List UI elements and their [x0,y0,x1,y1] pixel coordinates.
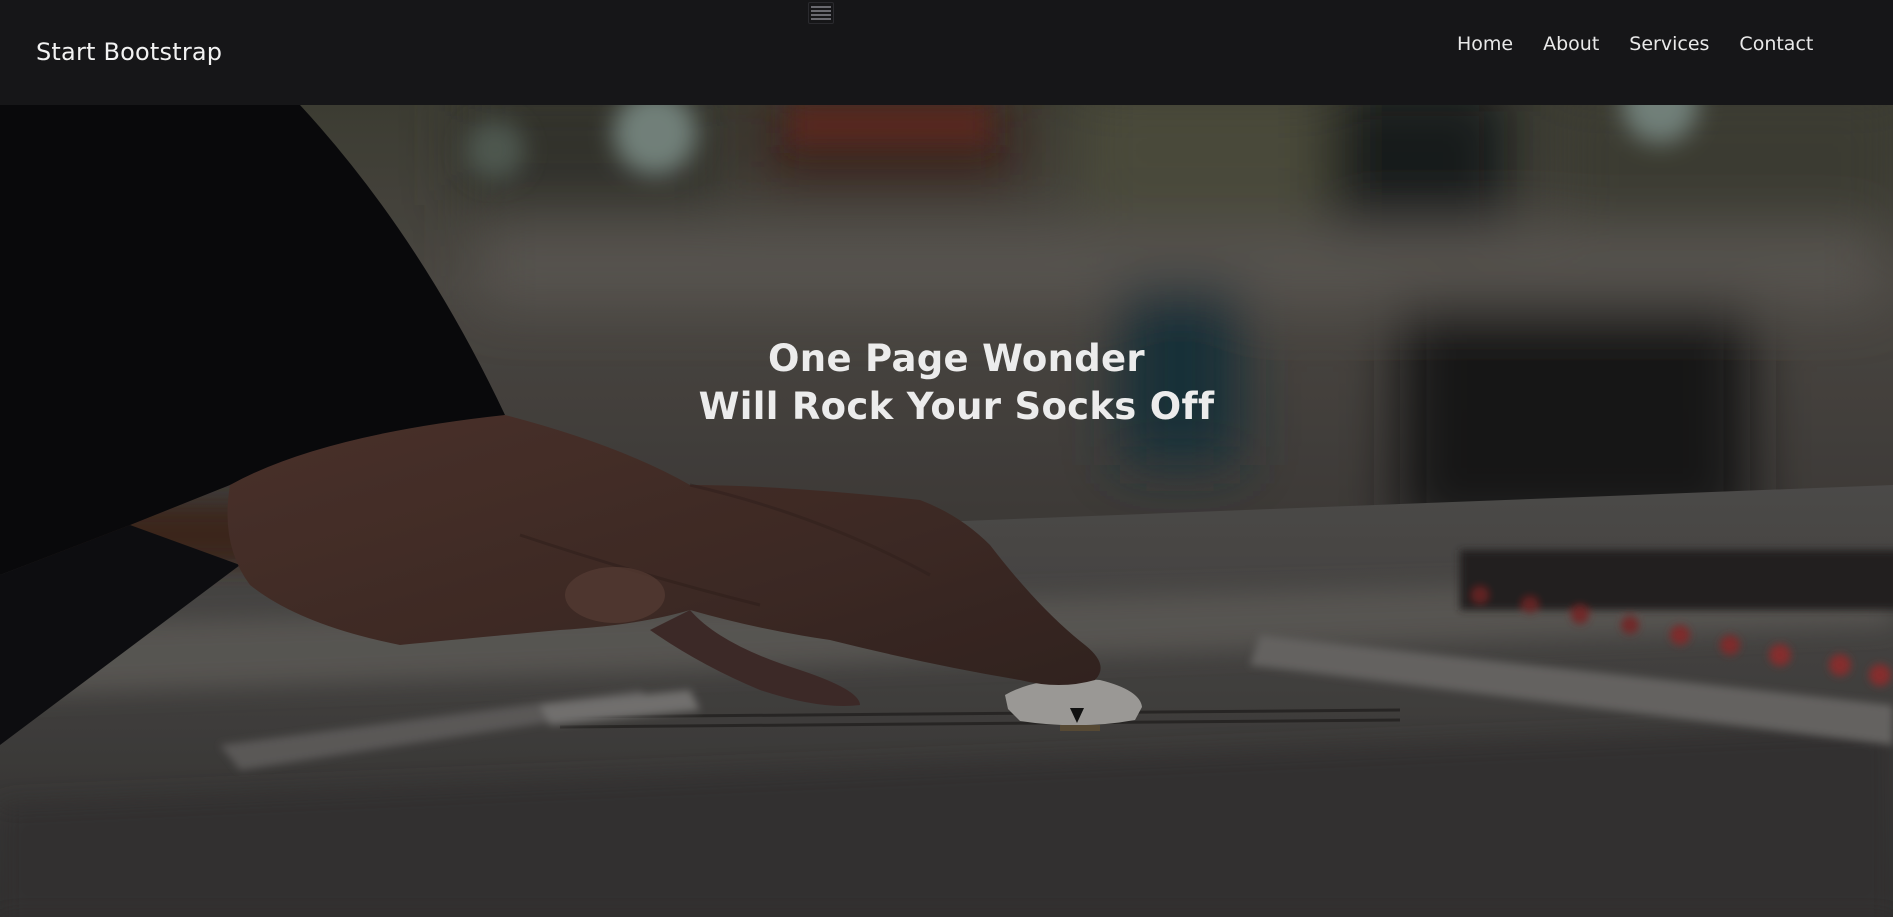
hero-heading-line1: One Page Wonder [768,337,1145,380]
nav-link-about[interactable]: About [1528,33,1614,55]
hamburger-menu-icon [811,6,831,20]
navbar-links: Home About Services Contact [1444,33,1828,55]
top-navbar: Start Bootstrap Home About Services Cont… [0,0,1893,105]
nav-link-contact[interactable]: Contact [1724,33,1828,55]
hero-heading: One Page Wonder Will Rock Your Socks Off [0,335,1893,431]
navbar-brand[interactable]: Start Bootstrap [36,38,222,66]
navbar-toggler-button[interactable] [808,2,834,24]
page: Start Bootstrap Home About Services Cont… [0,0,1893,917]
nav-link-services[interactable]: Services [1614,33,1724,55]
hero-background-image [0,105,1893,917]
nav-link-home[interactable]: Home [1444,33,1528,55]
hero-heading-line2: Will Rock Your Socks Off [698,385,1215,428]
hero-section: One Page Wonder Will Rock Your Socks Off [0,105,1893,917]
